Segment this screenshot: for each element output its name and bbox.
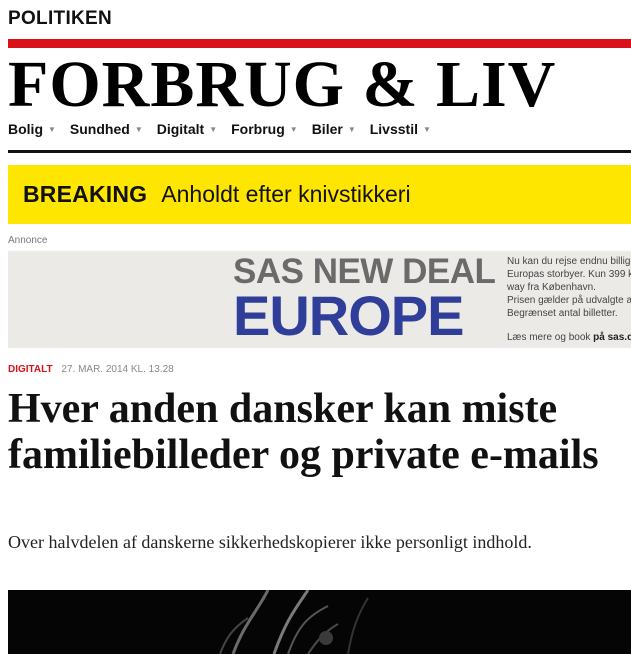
- breaking-label: BREAKING: [23, 181, 148, 207]
- ad-cta-prefix: Læs mere og book: [507, 332, 594, 343]
- photo-image: [8, 590, 631, 654]
- brand-logo[interactable]: POLITIKEN: [8, 8, 112, 30]
- nav-item-sundhed[interactable]: Sundhed ▼: [70, 121, 143, 137]
- section-nav: Bolig ▼ Sundhed ▼ Digitalt ▼ Forbrug ▼ Biler…: [8, 121, 431, 137]
- ad-subheadline: EUROPE: [233, 284, 464, 347]
- chevron-down-icon: ▼: [209, 124, 218, 134]
- ad-label: Annonce: [8, 235, 48, 246]
- chevron-down-icon: ▼: [134, 124, 143, 134]
- article-category[interactable]: DIGITALT: [8, 364, 53, 375]
- nav-item-label: Digitalt: [156, 121, 205, 137]
- advertisement-banner[interactable]: SAS NEW DEAL EUROPE Nu kan du rejse endn…: [8, 251, 631, 348]
- nav-item-label: Livsstil: [369, 121, 418, 137]
- chevron-down-icon: ▼: [347, 124, 356, 134]
- nav-item-label: Sundhed: [69, 121, 130, 137]
- nav-item-digitalt[interactable]: Digitalt ▼: [157, 121, 217, 137]
- ad-cta[interactable]: Læs mere og book på sas.d: [507, 332, 631, 343]
- article-meta: DIGITALT 27. MAR. 2014 KL. 13.28: [8, 364, 174, 375]
- article-photo: [8, 590, 631, 654]
- ad-copy: Nu kan du rejse endnu billige Europas st…: [507, 256, 631, 319]
- chevron-down-icon: ▼: [422, 124, 431, 134]
- section-title[interactable]: FORBRUG & LIV: [8, 52, 556, 118]
- nav-item-label: Forbrug: [231, 121, 285, 137]
- article-date: 27. MAR. 2014 KL. 13.28: [61, 364, 174, 375]
- nav-item-biler[interactable]: Biler ▼: [312, 121, 356, 137]
- ad-cta-link[interactable]: på sas.d: [593, 332, 631, 343]
- article-lead: Over halvdelen af danskerne sikkerhedsko…: [8, 532, 532, 552]
- article-headline: Hver anden dansker kan miste familiebill…: [8, 386, 599, 478]
- breaking-banner[interactable]: BREAKING Anholdt efter knivstikkeri: [8, 165, 631, 224]
- nav-item-livsstil[interactable]: Livsstil ▼: [370, 121, 431, 137]
- nav-item-label: Bolig: [8, 121, 43, 137]
- nav-item-forbrug[interactable]: Forbrug ▼: [231, 121, 298, 137]
- brand-bar: [8, 39, 631, 48]
- chevron-down-icon: ▼: [48, 124, 56, 134]
- nav-divider: [8, 150, 631, 153]
- nav-item-bolig[interactable]: Bolig ▼: [8, 121, 56, 137]
- chevron-down-icon: ▼: [289, 124, 298, 134]
- breaking-headline[interactable]: Anholdt efter knivstikkeri: [161, 181, 410, 208]
- nav-item-label: Biler: [311, 121, 343, 137]
